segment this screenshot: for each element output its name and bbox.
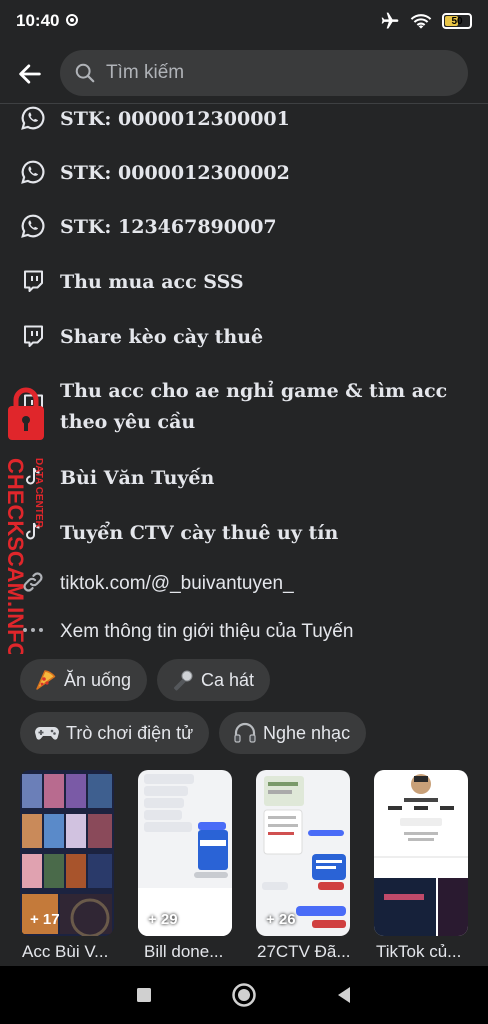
info-item-text: Tuyển CTV cày thuê uy tín [60, 522, 339, 544]
twitch-icon [20, 268, 46, 294]
profile-about-section: STK: 0000012300001 STK: 0000012300002 ST… [0, 104, 488, 966]
search-input[interactable] [106, 62, 426, 84]
info-item-text: STK: 0000012300002 [60, 162, 290, 184]
search-bar[interactable] [60, 50, 468, 96]
headphones-icon [234, 722, 256, 743]
story-count: + 29 [148, 911, 178, 928]
arrow-left-icon [19, 64, 41, 84]
story-thumbnail [374, 770, 468, 936]
wifi-icon [410, 14, 432, 29]
home-circle-icon [232, 983, 256, 1007]
featured-story-4[interactable] [374, 770, 468, 936]
microphone-icon [174, 670, 193, 691]
info-item-text: STK: 123467890007 [60, 216, 277, 238]
info-item-text: Thu acc cho ae nghỉ game & tìm acc theo … [60, 380, 448, 433]
search-icon [75, 63, 95, 83]
featured-story-1[interactable]: + 17 [20, 770, 114, 936]
back-nav-button[interactable] [331, 982, 357, 1008]
interest-chip-video-games[interactable]: Trò chơi điện tử [20, 712, 210, 754]
interest-chip-food[interactable]: Ăn uống [20, 659, 148, 701]
battery-icon: 50 [442, 13, 472, 29]
chip-label: Trò chơi điện tử [66, 722, 194, 743]
chip-label: Ca hát [201, 669, 255, 690]
back-button[interactable] [10, 54, 50, 94]
pizza-icon [36, 670, 56, 690]
battery-level: 50 [451, 15, 463, 27]
info-item-text: STK: 0000012300001 [60, 108, 290, 130]
story-title: 27CTV Đã... [257, 942, 351, 961]
airplane-mode-icon [381, 12, 399, 29]
story-count: + 17 [30, 911, 60, 928]
checkscam-watermark: DATA CENTER CHECKSCAM.INFO [2, 384, 56, 660]
interest-chip-music[interactable]: Nghe nhạc [219, 712, 367, 754]
info-item-text: tiktok.com/@_buivantuyen_ [60, 573, 294, 594]
chip-label: Nghe nhạc [263, 722, 351, 743]
story-title: TikTok củ... [376, 942, 462, 961]
info-item-text: Share kèo cày thuê [60, 326, 264, 348]
whatsapp-icon [20, 213, 46, 239]
story-title: Acc Bùi V... [22, 942, 109, 961]
screen-record-icon [66, 14, 78, 26]
gamepad-icon [35, 727, 59, 740]
triangle-back-icon [338, 987, 350, 1003]
info-item-text: Bùi Văn Tuyến [60, 467, 215, 489]
search-header [0, 42, 488, 104]
status-time: 10:40 [16, 11, 60, 30]
chip-label: Ăn uống [64, 669, 132, 690]
square-icon [137, 988, 151, 1002]
featured-story-3[interactable]: + 26 [256, 770, 350, 936]
twitch-icon [20, 323, 46, 349]
watermark-line1: DATA CENTER [33, 458, 44, 529]
featured-story-2[interactable]: + 29 [138, 770, 232, 936]
story-count: + 26 [266, 911, 296, 928]
interest-chip-singing[interactable]: Ca hát [157, 659, 271, 701]
whatsapp-icon [20, 159, 46, 185]
watermark-line2: CHECKSCAM.INFO [3, 458, 28, 654]
home-button[interactable] [231, 982, 257, 1008]
info-item-text: Thu mua acc SSS [60, 271, 244, 293]
status-bar: 10:40 50 [0, 0, 488, 42]
story-title: Bill done... [144, 942, 224, 961]
whatsapp-icon [20, 105, 46, 131]
status-icons: 50 [380, 10, 472, 32]
recent-apps-button[interactable] [131, 982, 157, 1008]
system-navigation-bar [0, 966, 488, 1024]
info-item-text: Xem thông tin giới thiệu của Tuyến [60, 621, 354, 642]
